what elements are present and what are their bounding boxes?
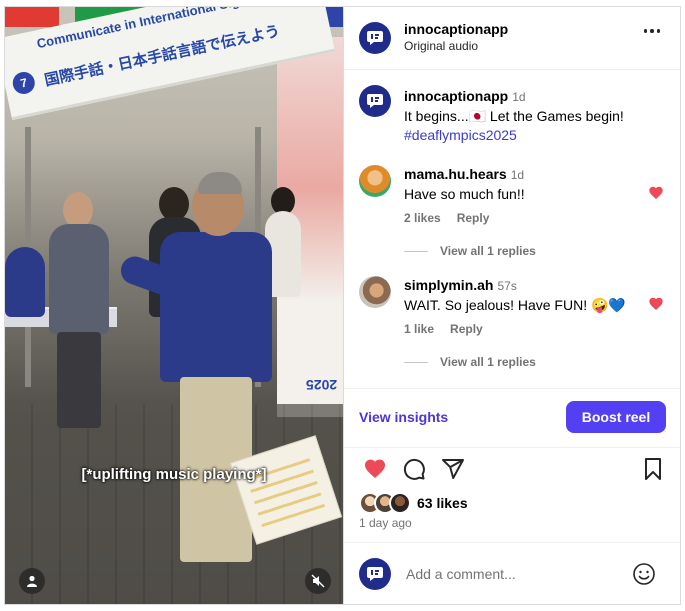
more-horizontal-icon[interactable] [643,29,660,33]
post-timestamp: 1 day ago [359,516,412,530]
likes-count[interactable]: 63 likes [417,495,468,511]
comment-input[interactable] [406,563,626,585]
avatar [359,558,391,590]
comment-heart-icon[interactable] [648,296,664,312]
comment-item: simplymin.ah 57s WAIT. So jealous! Have F… [344,276,680,371]
caption-logo-icon [367,567,383,581]
view-replies-label: View all 1 replies [440,244,536,258]
emoji-icon[interactable] [632,562,656,586]
avatar[interactable] [359,85,391,117]
post-author-username[interactable]: innocaptionapp [404,21,508,37]
comment-icon[interactable] [402,457,426,481]
comment-meta: 1 like Reply [404,322,499,336]
audio-toggle-button[interactable] [305,568,331,594]
share-icon[interactable] [441,457,465,481]
audio-label[interactable]: Original audio [404,39,478,53]
comment-body: mama.hu.hears 1d Have so much fun!! [404,165,664,204]
avatar[interactable] [359,22,391,54]
sign-year-text: 2025 [305,377,337,393]
view-replies-button[interactable]: View all 1 replies [404,355,536,369]
view-replies-label: View all 1 replies [440,355,536,369]
comment-likes[interactable]: 2 likes [404,211,441,225]
reel-video[interactable]: 2025 Communicate in International Sign a… [5,7,343,604]
comment-time: 57s [497,279,517,293]
banner-badge: 7 [10,69,37,97]
video-caption: [*uplifting music playing*] [81,466,267,483]
action-bar [344,457,680,487]
person-icon [27,575,37,587]
comment-username[interactable]: innocaptionapp [404,88,508,104]
comment-heart-icon[interactable] [648,185,664,201]
post-header: innocaptionapp Original audio [344,7,680,70]
comments-section: innocaptionapp 1d It begins...🇯🇵 Let the … [344,70,680,388]
comment-text: It begins...🇯🇵 Let the Games begin! [404,108,624,124]
color-strip-red [5,7,59,27]
divider [404,361,428,363]
reply-button[interactable]: Reply [457,211,490,225]
comment-username[interactable]: mama.hu.hears [404,166,507,182]
avatar[interactable] [359,276,391,308]
view-insights-link[interactable]: View insights [359,409,448,425]
avatar[interactable] [359,165,391,197]
post-dialog: 2025 Communicate in International Sign a… [4,6,681,605]
person-background [5,237,45,357]
hashtag-link[interactable]: #deaflympics2025 [404,127,517,143]
likes-summary[interactable]: 63 likes [359,492,468,514]
comment-time: 1d [510,168,525,182]
bookmark-icon[interactable] [642,457,664,481]
comment-body: innocaptionapp 1d It begins...🇯🇵 Let the … [404,87,664,145]
comment-text: WAIT. So jealous! Have FUN! 🤪💙 [404,297,626,313]
comment-body: simplymin.ah 57s WAIT. So jealous! Have F… [404,276,664,315]
person-background [45,192,115,432]
comment-text: Have so much fun!! [404,186,525,202]
comment-time: 1d [512,90,526,104]
view-replies-button[interactable]: View all 1 replies [404,244,536,258]
comment-likes[interactable]: 1 like [404,322,434,336]
comment-composer [344,542,680,605]
divider [404,250,428,252]
avatar [389,492,411,514]
post-details-panel: innocaptionapp Original audio innocaptio… [343,7,680,604]
comment-meta: 2 likes Reply [404,211,505,225]
caption-comment: innocaptionapp 1d It begins...🇯🇵 Let the … [344,85,680,145]
comment-item: mama.hu.hears 1d Have so much fun!! 2 lik… [344,165,680,260]
heart-icon[interactable] [362,457,388,481]
muted-speaker-icon [311,574,325,588]
comment-username[interactable]: simplymin.ah [404,277,493,293]
caption-logo-icon [367,94,383,108]
insights-row: View insights Boost reel [344,388,680,448]
reply-button[interactable]: Reply [450,322,483,336]
caption-logo-icon [367,31,383,45]
boost-reel-button[interactable]: Boost reel [566,401,666,433]
tagged-users-button[interactable] [19,568,45,594]
